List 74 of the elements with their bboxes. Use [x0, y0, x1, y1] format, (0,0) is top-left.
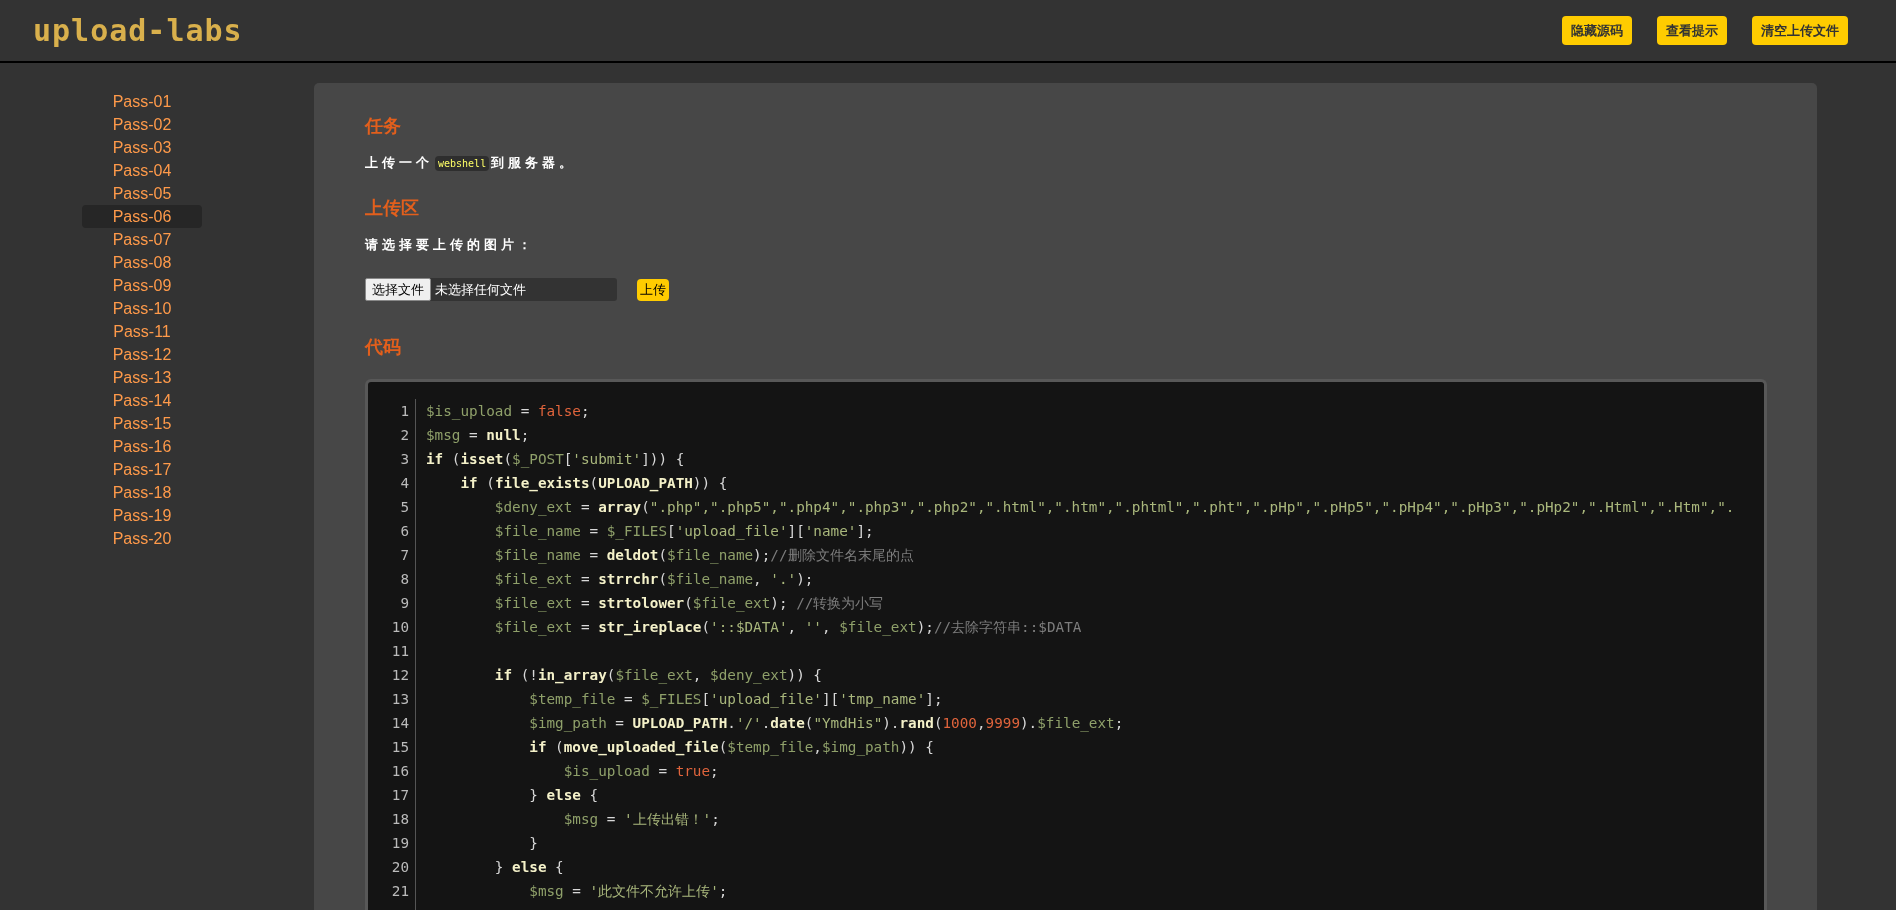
choose-file-button[interactable]: 选择文件	[365, 278, 431, 301]
line-number: 6	[400, 522, 409, 541]
sidebar-item[interactable]: Pass-18	[82, 481, 202, 504]
code-line: } else {	[528, 787, 599, 803]
sidebar-item[interactable]: Pass-16	[82, 435, 202, 458]
sidebar-item[interactable]: Pass-13	[82, 366, 202, 389]
sidebar-item[interactable]: Pass-07	[82, 228, 202, 251]
file-status: 未选择任何文件	[435, 280, 526, 299]
line-number: 19	[391, 834, 409, 853]
code-line: $msg = '上传出错！';	[562, 811, 720, 827]
upload-prompt: 请选择要上传的图片：	[365, 236, 536, 254]
sidebar-item[interactable]: Pass-08	[82, 251, 202, 274]
line-number: 11	[391, 642, 409, 661]
code-line: $file_ext = str_ireplace('::$DATA', '', $file_ext);//去除字符串::$DATA	[493, 619, 1082, 635]
sidebar-item[interactable]: Pass-12	[82, 343, 202, 366]
sidebar-item[interactable]: Pass-14	[82, 389, 202, 412]
code-line: $deny_ext = array(".php",".php5",".php4",".php3",".php2",".html",".htm",".phtml",".pht",".pHp",".pHp5",".pHp4",".pHp3",".pHp2",".Html",".Htm",".	[493, 499, 1735, 515]
code-line: $is_upload = false;	[426, 403, 590, 419]
code-line: $file_name = deldot($file_name);//删除文件名末尾的点	[493, 547, 914, 563]
logo: upload-labs	[33, 15, 243, 46]
sidebar-item[interactable]: Pass-20	[82, 527, 202, 550]
line-number: 15	[391, 738, 409, 757]
line-number: 7	[400, 546, 409, 565]
section-heading: 上传区	[365, 197, 420, 220]
line-number: 4	[400, 474, 409, 493]
line-number: 21	[391, 882, 409, 901]
line-number: 2	[400, 426, 409, 445]
line-number: 3	[400, 450, 409, 469]
code-line: $msg = '此文件不允许上传';	[528, 883, 728, 899]
line-number: 18	[391, 810, 409, 829]
code-line: $file_name = $_FILES['upload_file']['name'];	[493, 523, 874, 539]
line-number: 16	[391, 762, 409, 781]
code-line: $file_ext = strtolower($file_ext); //转换为小写	[493, 595, 884, 611]
line-number: 14	[391, 714, 409, 733]
upload-button[interactable]: 上传	[637, 278, 669, 301]
code-line: $file_ext = strrchr($file_name, '.');	[493, 571, 814, 587]
sidebar-item[interactable]: Pass-06	[82, 205, 202, 228]
line-number: 17	[391, 786, 409, 805]
code-line: $is_upload = true;	[562, 763, 719, 779]
sidebar-item[interactable]: Pass-15	[82, 412, 202, 435]
sidebar-item[interactable]: Pass-05	[82, 182, 202, 205]
line-number: 9	[400, 594, 409, 613]
section-heading: 代码	[365, 336, 402, 359]
code-line: $temp_file = $_FILES['upload_file']['tmp_name'];	[528, 691, 943, 707]
header-button[interactable]: 隐藏源码	[1562, 16, 1632, 45]
sidebar-item[interactable]: Pass-04	[82, 159, 202, 182]
code-line: if (!in_array($file_ext, $deny_ext)) {	[493, 667, 822, 683]
sidebar-item[interactable]: Pass-10	[82, 297, 202, 320]
sidebar-item[interactable]: Pass-09	[82, 274, 202, 297]
code-line: if (file_exists(UPLOAD_PATH)) {	[459, 475, 728, 491]
line-number: 1	[400, 402, 409, 421]
code-line: } else {	[493, 859, 564, 875]
code-line: $img_path = UPLOAD_PATH.'/'.date("YmdHis").rand(1000,9999).$file_ext;	[528, 715, 1124, 731]
code-line: $msg = null;	[426, 427, 530, 443]
line-number: 12	[391, 666, 409, 685]
line-number: 10	[391, 618, 409, 637]
header-button[interactable]: 查看提示	[1657, 16, 1727, 45]
line-number: 20	[391, 858, 409, 877]
sidebar-item[interactable]: Pass-03	[82, 136, 202, 159]
section-heading: 任务	[365, 115, 402, 138]
line-number: 13	[391, 690, 409, 709]
sidebar-item[interactable]: Pass-01	[82, 90, 202, 113]
code-line: if (move_uploaded_file($temp_file,$img_path)) {	[528, 739, 934, 755]
sidebar-item[interactable]: Pass-19	[82, 504, 202, 527]
line-number: 8	[400, 570, 409, 589]
header-button[interactable]: 清空上传文件	[1752, 16, 1848, 45]
line-number: 5	[400, 498, 409, 517]
sidebar-item[interactable]: Pass-02	[82, 113, 202, 136]
task-text: 上传一个 webshell 到服务器。	[365, 154, 578, 173]
file-input[interactable]: 选择文件 未选择任何文件	[365, 278, 617, 301]
sidebar-item[interactable]: Pass-11	[82, 320, 202, 343]
sidebar-item[interactable]: Pass-17	[82, 458, 202, 481]
code-line: }	[528, 835, 538, 851]
code-line: if (isset($_POST['submit'])) {	[426, 451, 685, 467]
